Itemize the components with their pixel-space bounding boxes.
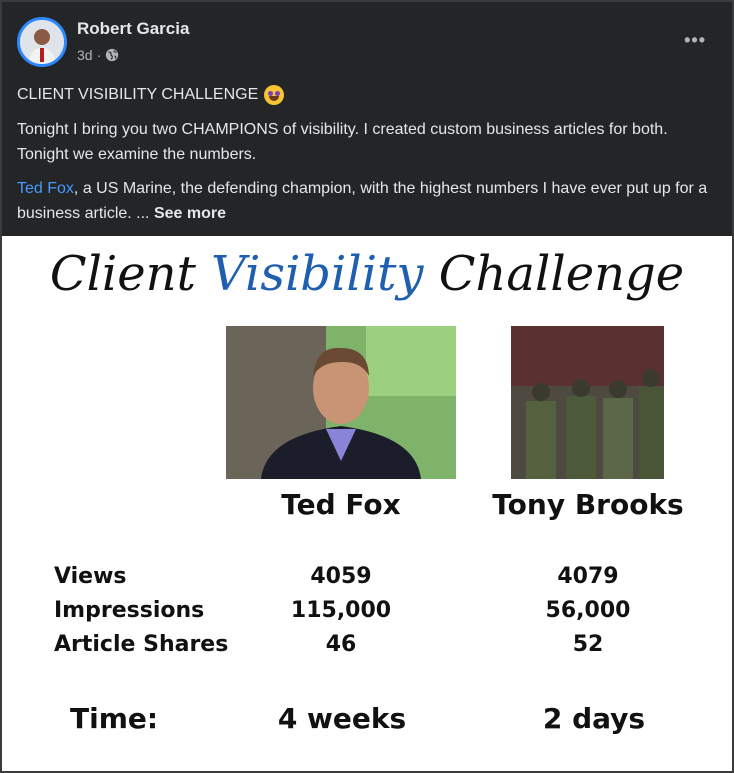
contestant-name-2: Tony Brooks <box>492 488 684 521</box>
see-more-link[interactable]: See more <box>154 205 226 222</box>
tony-views-value: 4079 <box>557 564 619 589</box>
author-avatar[interactable] <box>17 17 67 67</box>
ted-time-value: 4 weeks <box>277 702 407 735</box>
post-heading: CLIENT VISIBILITY CHALLENGE <box>17 86 259 103</box>
star-struck-emoji-icon <box>264 84 285 105</box>
post-text: CLIENT VISIBILITY CHALLENGE Tonight I br… <box>17 82 717 235</box>
more-options-button[interactable]: ••• <box>684 30 706 51</box>
post-paragraph-1: Tonight I bring you two CHAMPIONS of vis… <box>17 121 668 163</box>
author-name[interactable]: Robert Garcia <box>77 19 189 39</box>
title-accent: Visibility <box>211 246 424 302</box>
image-title: Client Visibility Challenge <box>2 246 732 302</box>
stat-label-impressions: Impressions <box>54 598 205 623</box>
title-part-2: Challenge <box>423 246 685 302</box>
post-heading-line: CLIENT VISIBILITY CHALLENGE <box>17 82 717 107</box>
avatar-image <box>20 20 64 64</box>
ted-views-value: 4059 <box>310 564 372 589</box>
post-meta: 3d · <box>77 47 119 63</box>
post-image[interactable]: Client Visibility Challenge Ted Fox Tony… <box>0 236 734 773</box>
globe-icon[interactable] <box>105 48 119 62</box>
tony-shares-value: 52 <box>572 632 604 657</box>
post-paragraph-2: Ted Fox, a US Marine, the defending cham… <box>17 176 717 226</box>
stat-label-article-shares: Article Shares <box>54 632 229 657</box>
post-paragraph-2-text: , a US Marine, the defending champion, w… <box>17 180 708 222</box>
post-header-section: Robert Garcia 3d · ••• CLIENT VISIBILITY… <box>0 0 734 236</box>
mention-link[interactable]: Ted Fox <box>17 180 74 197</box>
post-time[interactable]: 3d <box>77 47 93 63</box>
ted-shares-value: 46 <box>325 632 357 657</box>
tony-brooks-photo <box>511 326 664 479</box>
title-part-1: Client <box>49 246 212 302</box>
meta-separator: · <box>96 47 102 63</box>
tony-impressions-value: 56,000 <box>545 598 631 623</box>
tony-time-value: 2 days <box>542 702 646 735</box>
stat-label-views: Views <box>54 564 127 589</box>
ted-impressions-value: 115,000 <box>290 598 392 623</box>
contestant-name-1: Ted Fox <box>281 488 401 521</box>
ted-fox-photo <box>226 326 456 479</box>
time-label: Time: <box>70 702 159 735</box>
